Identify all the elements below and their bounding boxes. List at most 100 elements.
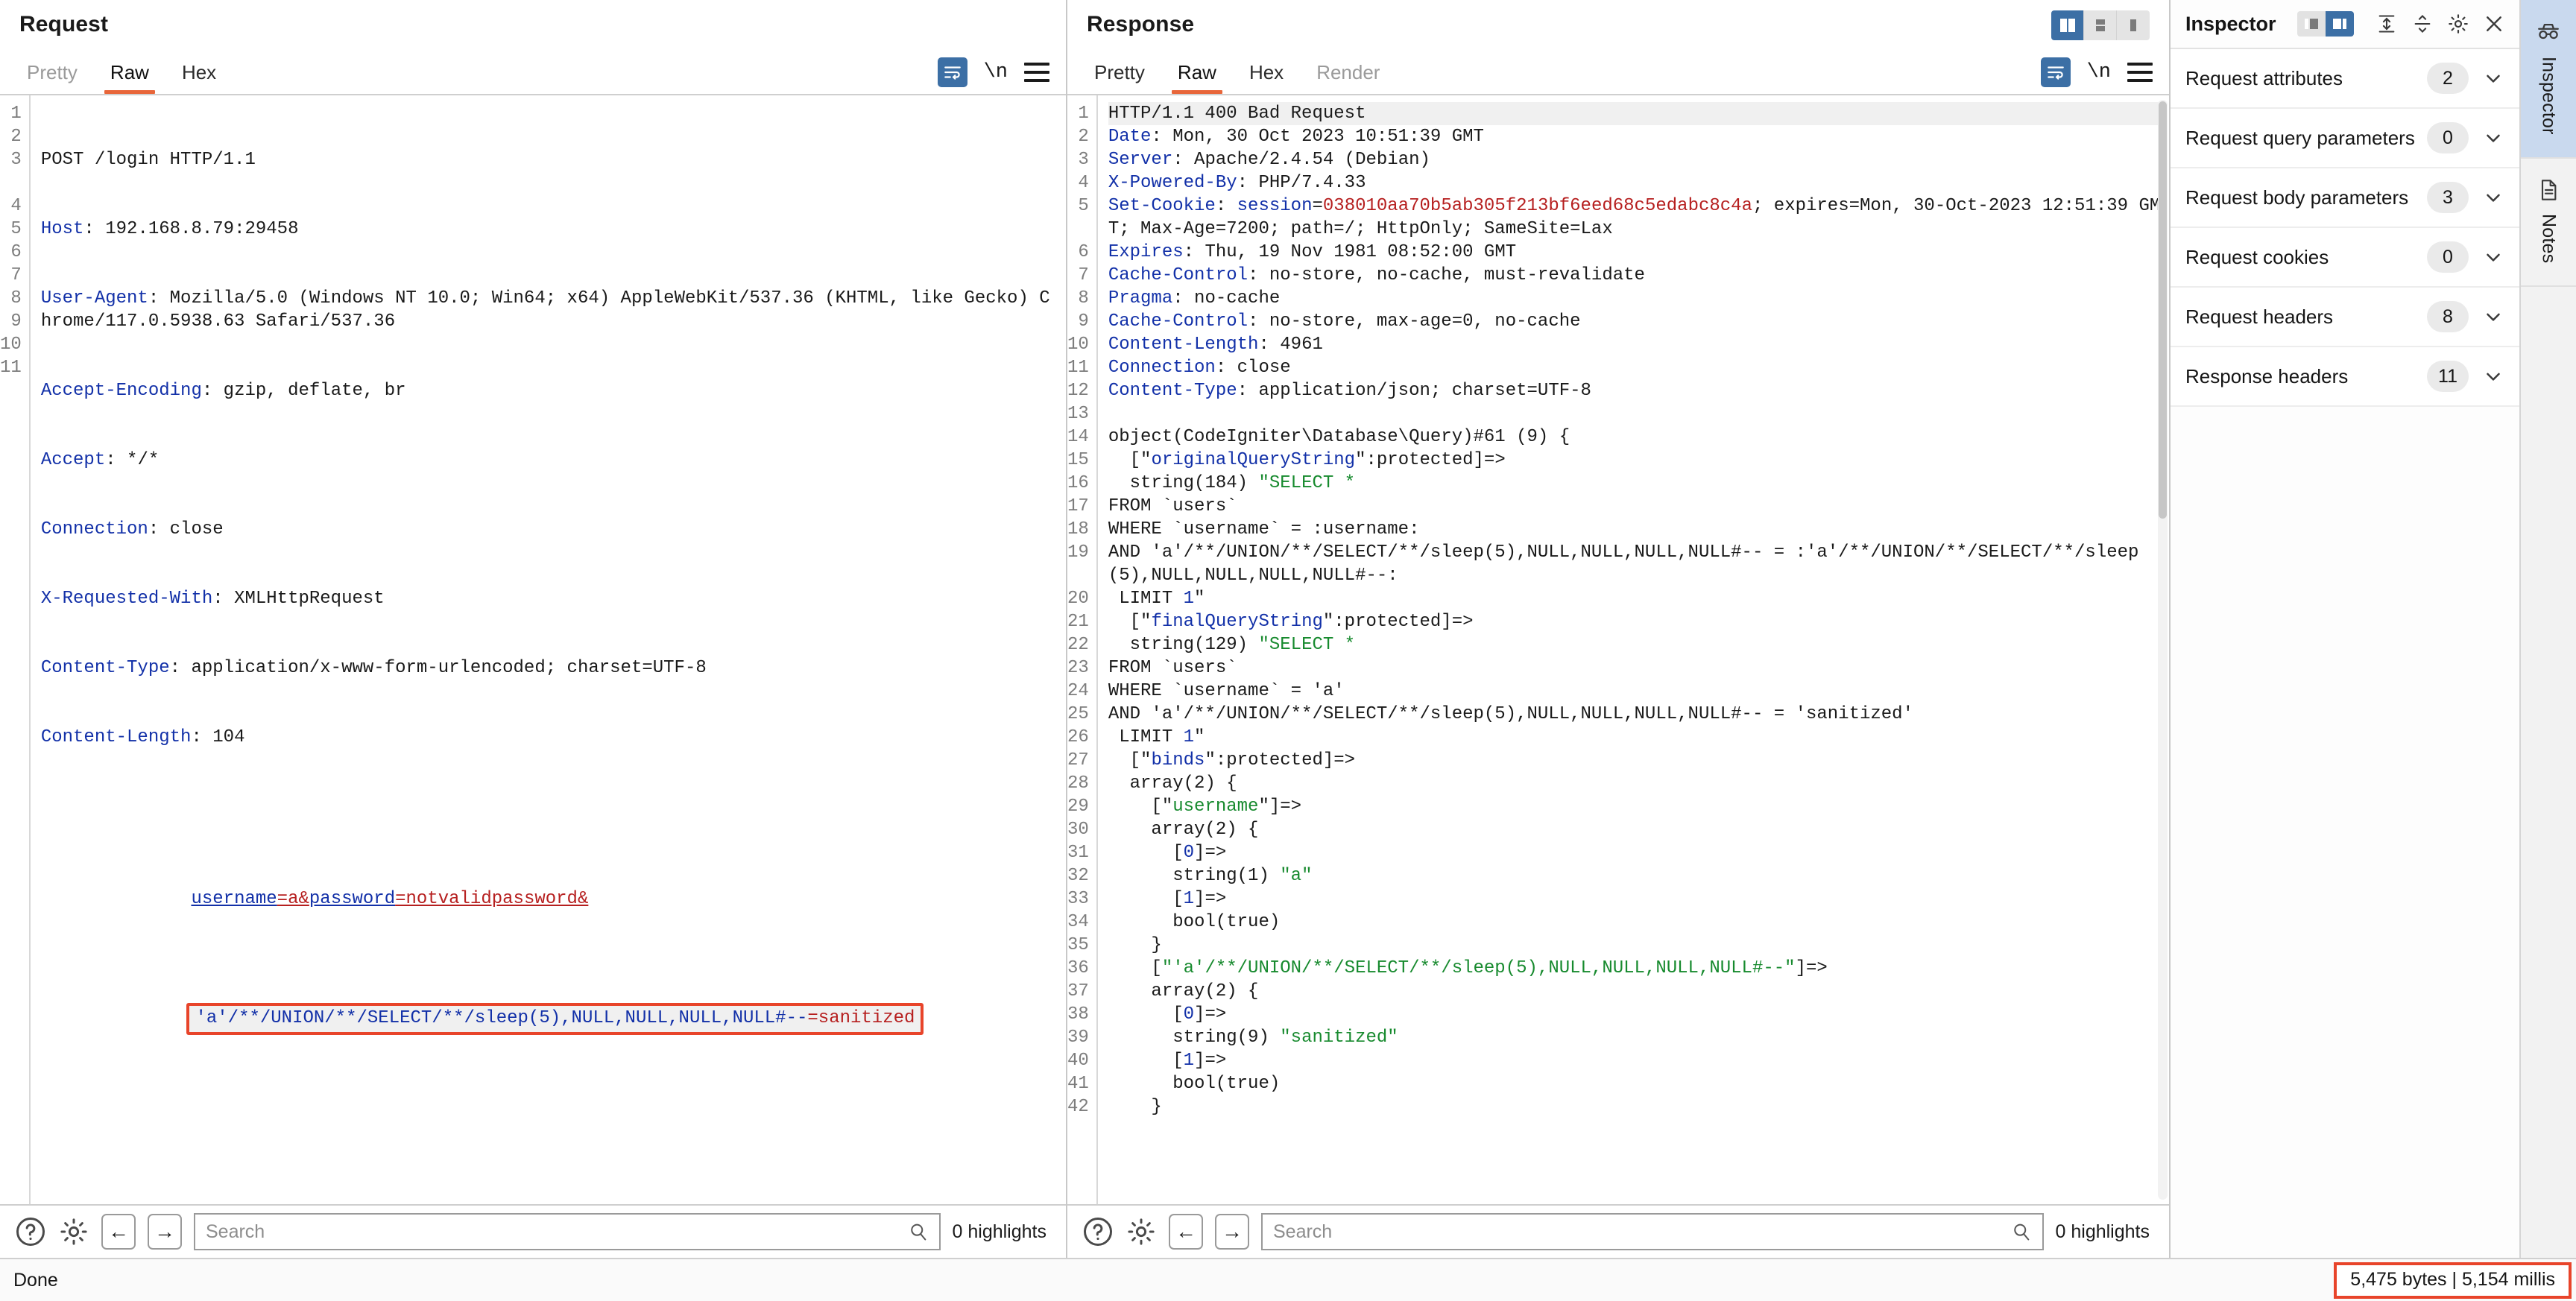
help-icon[interactable] (1082, 1216, 1114, 1247)
payload-value: sanitized (818, 1008, 915, 1028)
newline-icon[interactable]: \n (2087, 61, 2111, 83)
response-size-timing: 5,475 bytes | 5,154 millis (2334, 1262, 2572, 1299)
code-line: array(2) { (1108, 981, 1259, 1001)
burp-repeater-window: Request Pretty Raw Hex \n 1 2 3 4 5 6 7 … (0, 0, 2576, 1301)
search-placeholder: Search (206, 1221, 265, 1242)
word-wrap-icon[interactable] (937, 57, 967, 87)
response-editor-wrap: 1 2 3 4 5 6 7 8 9 10 11 12 13 14 15 16 17 18 19 20 21 22 23 24 2… (1067, 95, 2169, 1204)
line-number: 16 (1067, 473, 1089, 493)
inspector-layout-toggle (2297, 11, 2354, 37)
search-next-button[interactable]: → (148, 1214, 182, 1250)
response-search-input[interactable]: Search (1261, 1213, 2044, 1250)
line-number: 31 (1067, 843, 1089, 863)
sqli-payload-highlight: 'a'/**/UNION/**/SELECT/**/sleep(5),NULL,… (186, 1003, 924, 1035)
code-line: string(129) "SELECT * (1108, 635, 1356, 655)
gear-icon[interactable] (2445, 10, 2472, 37)
response-code: HTTP/1.1 400 Bad Request Date: Mon, 30 Oc… (1098, 95, 2169, 1204)
chevron-down-icon[interactable] (2482, 306, 2504, 328)
inspector-layout-right-button[interactable] (2326, 11, 2354, 37)
response-tab-tools: \n (2040, 57, 2153, 87)
chevron-down-icon[interactable] (2482, 67, 2504, 89)
inspector-section-request-headers[interactable]: Request headers 8 (2171, 288, 2519, 347)
scrollbar-thumb[interactable] (2159, 101, 2167, 519)
newline-icon[interactable]: \n (984, 61, 1008, 83)
code-line: ["'a'/**/UNION/**/SELECT/**/sleep(5),NUL… (1108, 958, 1828, 978)
inspector-section-response-headers[interactable]: Response headers 11 (2171, 347, 2519, 407)
vtab-inspector[interactable]: Inspector (2521, 0, 2576, 159)
inspector-section-request-attributes[interactable]: Request attributes 2 (2171, 49, 2519, 109)
tab-response-render[interactable]: Render (1306, 61, 1390, 94)
layout-split-vertical-button[interactable] (2051, 10, 2084, 40)
response-panel: Response Pretty Raw Hex Render \n 1 2 3 … (1067, 0, 2171, 1258)
search-prev-button[interactable]: ← (101, 1214, 136, 1250)
request-editor[interactable]: 1 2 3 . 4 5 6 7 8 9 10 11 POST /lo (0, 95, 1066, 1204)
code-line-payload-wrap: 'a'/**/UNION/**/SELECT/**/sleep(5),NULL,… (31, 980, 1058, 1058)
line-number: 10 (1067, 335, 1089, 355)
tab-request-raw[interactable]: Raw (100, 61, 160, 94)
help-icon[interactable] (15, 1216, 46, 1247)
right-vertical-tabs: Inspector Notes (2521, 0, 2576, 1258)
hamburger-menu-icon[interactable] (2127, 63, 2153, 82)
chevron-down-icon[interactable] (2482, 186, 2504, 209)
inspector-section-request-body-parameters[interactable]: Request body parameters 3 (2171, 168, 2519, 228)
line-number: 34 (1067, 912, 1089, 932)
code-line: X-Requested-With: XMLHttpRequest (40, 589, 385, 609)
search-prev-button[interactable]: ← (1169, 1214, 1203, 1250)
line-number: 14 (1067, 427, 1089, 447)
code-line: string(184) "SELECT * (1108, 473, 1356, 493)
tab-request-hex[interactable]: Hex (171, 61, 227, 94)
request-editor-wrap: 1 2 3 . 4 5 6 7 8 9 10 11 POST /lo (0, 95, 1066, 1204)
line-number: 15 (1067, 450, 1089, 470)
status-bar: Done 5,475 bytes | 5,154 millis (0, 1258, 2576, 1301)
chevron-down-icon[interactable] (2482, 246, 2504, 268)
inspector-section-request-cookies[interactable]: Request cookies 0 (2171, 228, 2519, 288)
tab-response-raw[interactable]: Raw (1167, 61, 1227, 94)
code-line: Expires: Thu, 19 Nov 1981 08:52:00 GMT (1108, 242, 1517, 262)
collapse-all-icon[interactable] (2409, 10, 2436, 37)
line-number: 20 (1067, 589, 1089, 609)
code-line: Host: 192.168.8.79:29458 (40, 219, 299, 239)
request-panel-title: Request (19, 12, 109, 37)
line-number: 9 (1078, 311, 1089, 332)
line-number: 26 (1067, 727, 1089, 747)
code-line: object(CodeIgniter\Database\Query)#61 (9… (1108, 427, 1570, 447)
request-search-input[interactable]: Search (194, 1213, 941, 1250)
request-tab-tools: \n (937, 57, 1049, 87)
close-icon[interactable] (2481, 10, 2507, 37)
response-editor[interactable]: 1 2 3 4 5 6 7 8 9 10 11 12 13 14 15 16 17 18 19 20 21 22 23 24 2… (1067, 95, 2169, 1204)
expand-all-icon[interactable] (2373, 10, 2400, 37)
code-line: LIMIT 1" (1108, 589, 1205, 609)
tab-request-pretty[interactable]: Pretty (16, 61, 88, 94)
tab-response-pretty[interactable]: Pretty (1084, 61, 1155, 94)
layout-single-button[interactable] (2117, 10, 2150, 40)
inspector-section-label: Request attributes (2185, 66, 2343, 89)
code-line: Content-Length: 4961 (1108, 335, 1323, 355)
inspector-layout-left-button[interactable] (2297, 11, 2326, 37)
word-wrap-icon[interactable] (2040, 57, 2071, 87)
inspector-section-request-query-parameters[interactable]: Request query parameters 0 (2171, 109, 2519, 168)
code-line: WHERE `username` = :username: (1108, 519, 1420, 539)
line-number: 37 (1067, 981, 1089, 1001)
response-scrollbar[interactable] (2158, 100, 2168, 1200)
code-line: POST /login HTTP/1.1 (40, 150, 256, 170)
chevron-down-icon[interactable] (2482, 365, 2504, 387)
hamburger-menu-icon[interactable] (1024, 63, 1049, 82)
line-number: 18 (1067, 519, 1089, 539)
code-line: } (1108, 1097, 1162, 1117)
response-line-numbers: 1 2 3 4 5 6 7 8 9 10 11 12 13 14 15 16 17 18 19 20 21 22 23 24 2… (1067, 95, 1098, 1204)
gear-icon[interactable] (1126, 1216, 1157, 1247)
gear-icon[interactable] (58, 1216, 89, 1247)
chevron-down-icon[interactable] (2482, 127, 2504, 149)
code-line: ["finalQueryString":protected]=> (1108, 612, 1474, 632)
vtab-notes[interactable]: Notes (2521, 159, 2576, 287)
code-line: string(1) "a" (1108, 866, 1313, 886)
search-icon (910, 1224, 926, 1241)
layout-stacked-button[interactable] (2084, 10, 2117, 40)
inspector-section-label: Response headers (2185, 364, 2349, 387)
line-number: 42 (1067, 1097, 1089, 1117)
line-number: 1 (1078, 104, 1089, 124)
search-next-button[interactable]: → (1215, 1214, 1249, 1250)
line-number: 23 (1067, 658, 1089, 678)
tab-response-hex[interactable]: Hex (1239, 61, 1294, 94)
